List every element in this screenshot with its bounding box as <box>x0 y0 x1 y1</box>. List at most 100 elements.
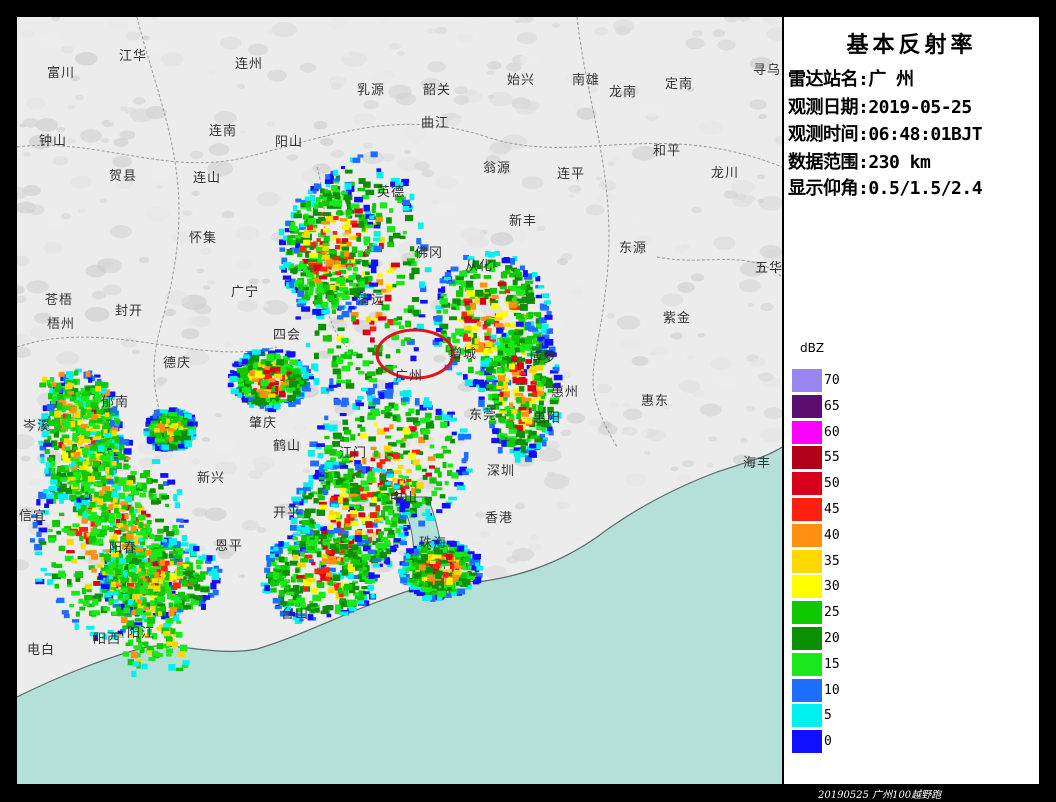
city-label-增城: 增城 <box>449 347 478 362</box>
city-label-钟山: 钟山 <box>39 134 68 149</box>
legend-swatch-5 <box>792 704 822 728</box>
city-label-连南: 连南 <box>209 124 238 139</box>
city-label-和平: 和平 <box>653 144 682 159</box>
city-label-惠阳: 惠阳 <box>533 411 562 426</box>
info-panel: 基本反射率 雷达站名:广 州 观测日期:2019-05-25 观测时间:06:4… <box>784 17 1039 784</box>
city-label-英德: 英德 <box>377 185 406 200</box>
city-label-广州: 广州 <box>395 369 424 384</box>
legend-label-60: 60 <box>824 424 840 440</box>
city-label-始兴: 始兴 <box>507 73 536 88</box>
legend-swatch-55 <box>792 446 822 470</box>
city-label-深圳: 深圳 <box>487 464 516 479</box>
city-label-紫金: 紫金 <box>663 311 692 326</box>
city-label-封开: 封开 <box>115 304 144 319</box>
legend-label-20: 20 <box>824 631 840 646</box>
watermark: 20190525 广州100越野跑 <box>818 790 942 801</box>
data-range: 数据范围:230 km <box>788 152 931 173</box>
city-label-开平: 开平 <box>273 506 302 521</box>
city-label-连平: 连平 <box>557 167 586 182</box>
city-label-连州: 连州 <box>235 57 264 72</box>
city-label-韶关: 韶关 <box>423 83 452 98</box>
observation-time: 观测时间:06:48:01BJT <box>788 124 983 145</box>
city-label-电白: 电白 <box>27 643 56 658</box>
city-label-五华: 五华 <box>755 261 782 276</box>
city-label-德庆: 德庆 <box>163 356 192 371</box>
display-elevation: 显示仰角:0.5/1.5/2.4 <box>788 178 983 199</box>
city-label-龙南: 龙南 <box>609 85 638 100</box>
city-label-连山: 连山 <box>193 171 222 186</box>
city-label-中山: 中山 <box>390 491 419 506</box>
legend-label-10: 10 <box>824 682 840 698</box>
city-label-郁南: 郁南 <box>101 395 130 410</box>
city-label-富川: 富川 <box>47 66 76 81</box>
legend-swatch-0 <box>792 730 822 754</box>
city-label-岑溪: 岑溪 <box>23 419 52 434</box>
city-label-鹤山: 鹤山 <box>273 439 302 454</box>
legend-label-35: 35 <box>824 553 840 569</box>
city-label-乳源: 乳源 <box>357 83 386 98</box>
legend-label-5: 5 <box>824 708 832 724</box>
legend-label-25: 25 <box>824 605 840 621</box>
city-label-南雄: 南雄 <box>572 73 601 88</box>
city-label-定南: 定南 <box>665 77 694 92</box>
city-label-四会: 四会 <box>273 328 302 343</box>
legend-swatch-60 <box>792 420 822 444</box>
legend-swatch-20 <box>792 627 822 650</box>
city-label-阳春: 阳春 <box>109 541 138 556</box>
radar-map: 富川 江华连州乳源 韶关 始兴 南雄 龙南 定南 寻乌钟山 连南阳山 曲江翁源 连平 和平贺县 连山英德… <box>17 17 782 784</box>
city-label-台山: 台山 <box>281 607 310 622</box>
city-label-博罗: 博罗 <box>529 351 558 366</box>
station-name: 雷达站名:广 州 <box>788 69 914 90</box>
city-label-恩平: 恩平 <box>215 539 244 554</box>
legend-swatch-65 <box>792 394 822 418</box>
legend-swatch-50 <box>792 472 822 496</box>
legend-swatch-35 <box>792 549 822 573</box>
city-label-江华: 江华 <box>119 49 148 64</box>
legend-label-70: 70 <box>824 373 840 388</box>
city-label-惠东: 惠东 <box>641 394 670 409</box>
city-label-新兴: 新兴 <box>197 471 226 486</box>
legend-swatch-25 <box>792 601 822 625</box>
city-label-寻乌: 寻乌 <box>753 63 782 78</box>
city-label-海丰: 海丰 <box>743 456 772 471</box>
legend-label-40: 40 <box>824 527 840 543</box>
city-label-肇庆: 肇庆 <box>249 416 278 431</box>
legend-unit: dBZ <box>800 341 825 355</box>
city-label-怀集: 怀集 <box>189 231 218 246</box>
city-label-苍梧: 苍梧 <box>45 293 74 308</box>
legend-label-50: 50 <box>824 476 840 492</box>
legend-swatch-10 <box>792 678 822 702</box>
city-label-贺县: 贺县 <box>109 169 138 184</box>
city-label-阳江: 阳江 <box>127 626 156 641</box>
legend-swatch-40 <box>792 523 822 547</box>
observation-date: 观测日期:2019-05-25 <box>788 97 972 118</box>
legend-swatch-70 <box>792 369 822 392</box>
city-label-珠海: 珠海 <box>419 536 448 551</box>
city-label-东莞: 东莞 <box>469 408 498 423</box>
legend-label-55: 55 <box>824 450 840 466</box>
legend-swatch-15 <box>792 652 822 676</box>
legend-label-65: 65 <box>824 398 840 414</box>
city-label-信宜: 信宜 <box>19 509 48 524</box>
legend-label-45: 45 <box>824 502 840 517</box>
legend-swatch-30 <box>792 575 822 599</box>
city-label-从化: 从化 <box>465 259 494 274</box>
city-label-惠州: 惠州 <box>551 385 580 400</box>
city-label-翁源: 翁源 <box>483 161 512 176</box>
legend-swatch-45 <box>792 498 822 521</box>
city-label-阳山: 阳山 <box>275 135 304 150</box>
legend-label-15: 15 <box>824 656 840 672</box>
city-label-曲江: 曲江 <box>421 116 450 131</box>
city-label-东源: 东源 <box>619 241 648 256</box>
city-label-佛冈: 佛冈 <box>415 246 444 261</box>
panel-title: 基本反射率 <box>846 32 977 58</box>
city-label-江门: 江门 <box>339 446 368 461</box>
city-label-广宁: 广宁 <box>231 285 260 300</box>
city-label-阳西: 阳西 <box>93 632 122 647</box>
legend-label-30: 30 <box>824 579 840 595</box>
city-label-新丰: 新丰 <box>509 214 538 229</box>
city-label-龙川: 龙川 <box>711 166 740 181</box>
city-label-香港: 香港 <box>485 511 514 526</box>
legend-label-0: 0 <box>824 734 832 750</box>
city-label-梧州: 梧州 <box>47 317 76 332</box>
